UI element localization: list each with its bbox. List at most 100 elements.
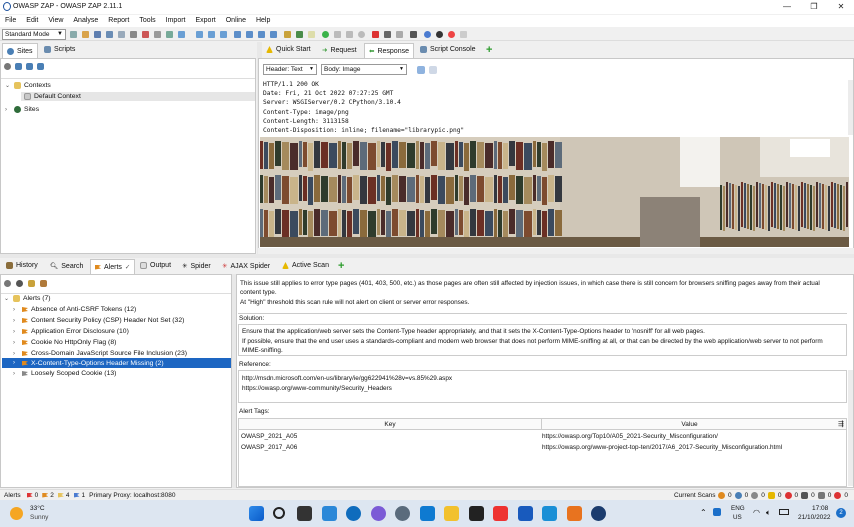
tab-request[interactable]: ➜ Request — [322, 46, 357, 55]
sun-weather-icon[interactable] — [10, 507, 23, 520]
tab-alerts[interactable]: Alerts ✓ — [90, 259, 136, 274]
reference-link[interactable]: http://msdn.microsoft.com/en-us/library/… — [242, 374, 843, 384]
show-all-alerts-icon[interactable] — [16, 280, 23, 287]
scope-icon[interactable] — [284, 31, 291, 38]
chrome-browser-icon[interactable] — [448, 31, 455, 38]
search-icon[interactable] — [273, 507, 285, 519]
task-view-icon[interactable] — [297, 506, 312, 521]
break-continue-icon[interactable] — [322, 31, 329, 38]
layout-tabs-icon[interactable] — [220, 31, 227, 38]
clock-date[interactable]: 21/10/2022 — [798, 514, 831, 521]
session-properties-icon[interactable] — [118, 31, 125, 38]
headers-scrollbar[interactable] — [848, 80, 853, 135]
layout-icon[interactable] — [166, 31, 173, 38]
panel-layout-4-icon[interactable] — [270, 31, 277, 38]
split-view-icon[interactable] — [417, 66, 425, 74]
tabs-show-icon[interactable] — [154, 31, 161, 38]
messenger-icon[interactable] — [371, 506, 386, 521]
file-explorer-icon[interactable] — [444, 506, 459, 521]
language-line-1[interactable]: ENG — [731, 505, 745, 512]
vscode-icon[interactable] — [420, 506, 435, 521]
browser-icon[interactable] — [436, 31, 443, 38]
close-button[interactable]: ✕ — [829, 1, 853, 13]
notepad-icon[interactable] — [542, 506, 557, 521]
detail-scrollbar[interactable] — [848, 370, 853, 486]
menu-view[interactable]: View — [43, 15, 68, 27]
menu-online[interactable]: Online — [221, 15, 251, 27]
tags-key-header[interactable]: Key — [239, 421, 541, 428]
header-view-select[interactable]: Header: Text ▼ — [263, 64, 317, 75]
scan-policy-icon[interactable] — [410, 31, 417, 38]
alert-item[interactable]: › Content Security Policy (CSP) Header N… — [13, 317, 184, 324]
tree-sites[interactable]: › Sites — [5, 106, 39, 113]
widgets-icon[interactable] — [322, 506, 337, 521]
tree-contexts[interactable]: ⌄ Contexts — [5, 82, 51, 89]
minimize-button[interactable]: — — [775, 1, 799, 13]
body-view-select[interactable]: Body: Image ▼ — [321, 64, 407, 75]
edit-alert-icon[interactable] — [28, 280, 35, 287]
alert-item-selected[interactable]: › X-Content-Type-Options Header Missing … — [2, 358, 231, 368]
panel-layout-1-icon[interactable] — [234, 31, 241, 38]
options-icon[interactable] — [130, 31, 137, 38]
add-tab-button[interactable]: + — [486, 44, 492, 56]
alert-item[interactable]: › Cookie No HttpOnly Flag (8) — [13, 339, 116, 346]
column-menu-icon[interactable]: ⇶ — [838, 420, 844, 428]
burp-icon[interactable] — [567, 506, 582, 521]
tab-ajax-spider[interactable]: ✳ AJAX Spider — [222, 262, 270, 271]
menu-edit[interactable]: Edit — [21, 15, 43, 27]
layout-split-horizontal-icon[interactable] — [196, 31, 203, 38]
clock-time[interactable]: 17:08 — [812, 505, 828, 512]
response-headers[interactable]: HTTP/1.1 200 OK Date: Fri, 21 Oct 2022 0… — [263, 80, 848, 135]
speaker-icon[interactable]: 🔈︎ — [766, 508, 771, 518]
drop-icon[interactable] — [358, 31, 365, 38]
menu-help[interactable]: Help — [251, 15, 275, 27]
weather-temperature[interactable]: 33°C — [30, 505, 45, 512]
zap-taskbar-icon[interactable] — [591, 506, 606, 521]
export-context-icon[interactable] — [37, 63, 44, 70]
onedrive-icon[interactable] — [713, 508, 721, 516]
start-icon[interactable] — [249, 506, 264, 521]
menu-export[interactable]: Export — [191, 15, 221, 27]
alerts-root[interactable]: ⌄ Alerts (7) — [4, 295, 51, 302]
layout-split-vertical-icon[interactable] — [208, 31, 215, 38]
break-on-icon[interactable] — [372, 31, 379, 38]
fuzzer-icon[interactable] — [396, 31, 403, 38]
menu-file[interactable]: File — [0, 15, 21, 27]
tags-value-header[interactable]: Value — [542, 421, 837, 428]
pen-app-icon[interactable] — [493, 506, 508, 521]
delete-alerts-icon[interactable] — [40, 280, 47, 287]
show-all-icon[interactable] — [4, 63, 11, 70]
new-context-icon[interactable] — [15, 63, 22, 70]
maximize-button[interactable]: ❐ — [802, 1, 826, 13]
plugin-icon[interactable] — [460, 31, 467, 38]
open-session-icon[interactable] — [82, 31, 89, 38]
menu-import[interactable]: Import — [161, 15, 191, 27]
tab-response[interactable]: ⬅ Response — [364, 43, 414, 58]
tab-scripts[interactable]: Scripts — [44, 46, 75, 53]
menu-report[interactable]: Report — [103, 15, 134, 27]
notification-badge[interactable]: 2 — [836, 508, 846, 518]
tab-output[interactable]: Output — [140, 262, 171, 269]
new-session-icon[interactable] — [70, 31, 77, 38]
settings-icon[interactable] — [395, 506, 410, 521]
menu-analyse[interactable]: Analyse — [68, 15, 103, 27]
chevron-up-icon[interactable]: ⌃ — [700, 508, 707, 517]
tab-active-scan[interactable]: Active Scan — [282, 262, 329, 269]
layout-full-icon[interactable] — [178, 31, 185, 38]
tab-history[interactable]: History — [6, 262, 38, 269]
filter-icon[interactable] — [4, 280, 11, 287]
alert-item[interactable]: › Cross-Domain JavaScript Source File In… — [13, 350, 187, 357]
reference-link[interactable]: https://owasp.org/www-community/Security… — [242, 384, 843, 394]
import-context-icon[interactable] — [26, 63, 33, 70]
step-icon[interactable] — [334, 31, 341, 38]
alert-item[interactable]: › Application Error Disclosure (10) — [13, 328, 129, 335]
terminal-icon[interactable] — [469, 506, 484, 521]
manual-request-icon[interactable] — [384, 31, 391, 38]
language-line-2[interactable]: US — [733, 514, 742, 521]
panel-layout-3-icon[interactable] — [258, 31, 265, 38]
snapshot-icon[interactable] — [106, 31, 113, 38]
continue-icon[interactable] — [346, 31, 353, 38]
save-session-icon[interactable] — [94, 31, 101, 38]
alert-item[interactable]: › Loosely Scoped Cookie (13) — [13, 370, 116, 377]
tab-quick-start[interactable]: Quick Start — [266, 46, 311, 53]
